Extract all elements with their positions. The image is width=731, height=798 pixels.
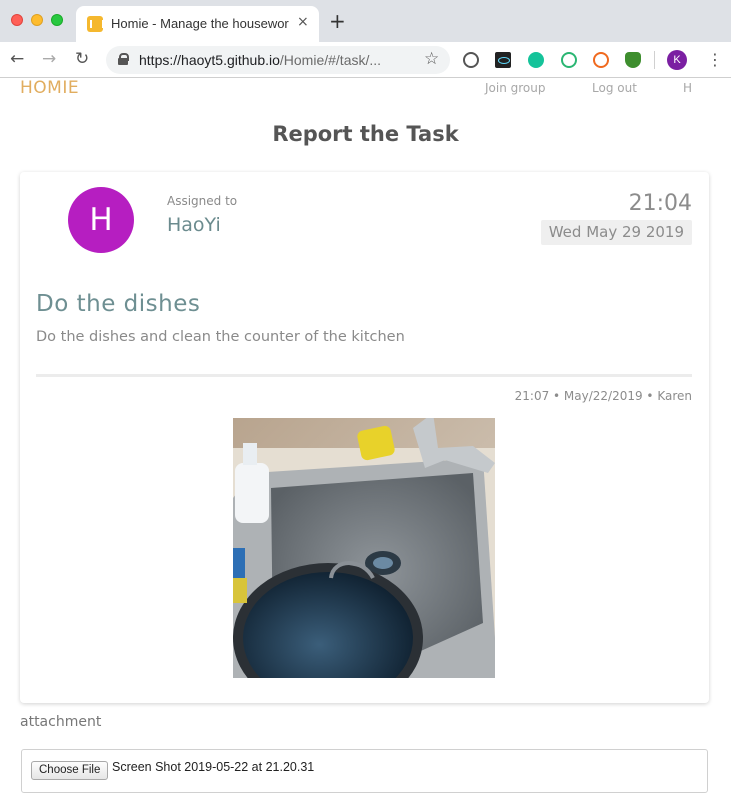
tab-title: Homie - Manage the housework	[111, 16, 289, 31]
report-photo	[233, 418, 495, 678]
bookmark-star-icon[interactable]: ☆	[424, 49, 439, 69]
lock-icon	[118, 53, 129, 65]
toolbar-divider	[654, 51, 655, 69]
new-tab-button[interactable]: +	[329, 11, 346, 31]
maximize-window-button[interactable]	[51, 14, 63, 26]
profile-avatar[interactable]: K	[667, 50, 687, 70]
extension-pocket-icon[interactable]	[593, 52, 609, 68]
browser-toolbar: ← → ↻ https://haoyt5.github.io/Homie/#/t…	[0, 42, 731, 78]
homie-favicon-icon	[87, 16, 104, 32]
browser-menu-icon[interactable]: ⋮	[707, 50, 723, 70]
due-time: 21:04	[628, 191, 692, 216]
divider	[36, 374, 692, 377]
assignee-avatar: H	[68, 187, 134, 253]
due-date-badge: Wed May 29 2019	[540, 220, 692, 245]
report-meta: 21:07 • May/22/2019 • Karen	[514, 389, 692, 403]
user-menu-link[interactable]: H	[683, 81, 692, 95]
tab-close-icon[interactable]: ×	[297, 14, 309, 30]
selected-file-name: Screen Shot 2019-05-22 at 21.20.31	[112, 760, 315, 774]
task-card: H Assigned to HaoYi 21:04 Wed May 29 201…	[20, 172, 709, 703]
browser-tab-bar: Homie - Manage the housework × +	[0, 0, 731, 42]
attachment-label: attachment	[20, 714, 102, 730]
grammarly-icon[interactable]	[528, 52, 544, 68]
url-scheme: https://	[139, 52, 182, 68]
forward-arrow-icon[interactable]: →	[42, 50, 56, 68]
browser-tab[interactable]: Homie - Manage the housework ×	[76, 6, 319, 42]
url-text[interactable]: https://haoyt5.github.io/Homie/#/task/..…	[139, 52, 411, 68]
homie-logo[interactable]: HOMIE	[20, 78, 79, 98]
back-arrow-icon[interactable]: ←	[10, 50, 24, 68]
minimize-window-button[interactable]	[31, 14, 43, 26]
log-out-link[interactable]: Log out	[592, 81, 637, 95]
assigned-to-label: Assigned to	[167, 194, 238, 208]
task-title: Do the dishes	[36, 291, 201, 317]
address-bar[interactable]: https://haoyt5.github.io/Homie/#/task/..…	[106, 46, 450, 74]
choose-file-button[interactable]: Choose File	[31, 761, 109, 780]
extension-code-icon[interactable]	[463, 52, 479, 68]
kitchen-sink-photo-icon	[233, 418, 495, 678]
extension-target-icon[interactable]	[561, 52, 577, 68]
task-description: Do the dishes and clean the counter of t…	[36, 329, 405, 345]
react-devtools-icon[interactable]	[495, 52, 511, 68]
close-window-button[interactable]	[11, 14, 23, 26]
file-input[interactable]: Choose File Screen Shot 2019-05-22 at 21…	[21, 749, 708, 793]
url-path: /Homie/#/task/...	[279, 52, 382, 68]
page-title: Report the Task	[272, 122, 459, 146]
url-host: haoyt5.github.io	[181, 52, 280, 68]
reload-icon[interactable]: ↻	[75, 50, 89, 68]
assignee-name: HaoYi	[167, 214, 221, 236]
join-group-link[interactable]: Join group	[485, 81, 546, 95]
evernote-icon[interactable]	[625, 52, 641, 68]
